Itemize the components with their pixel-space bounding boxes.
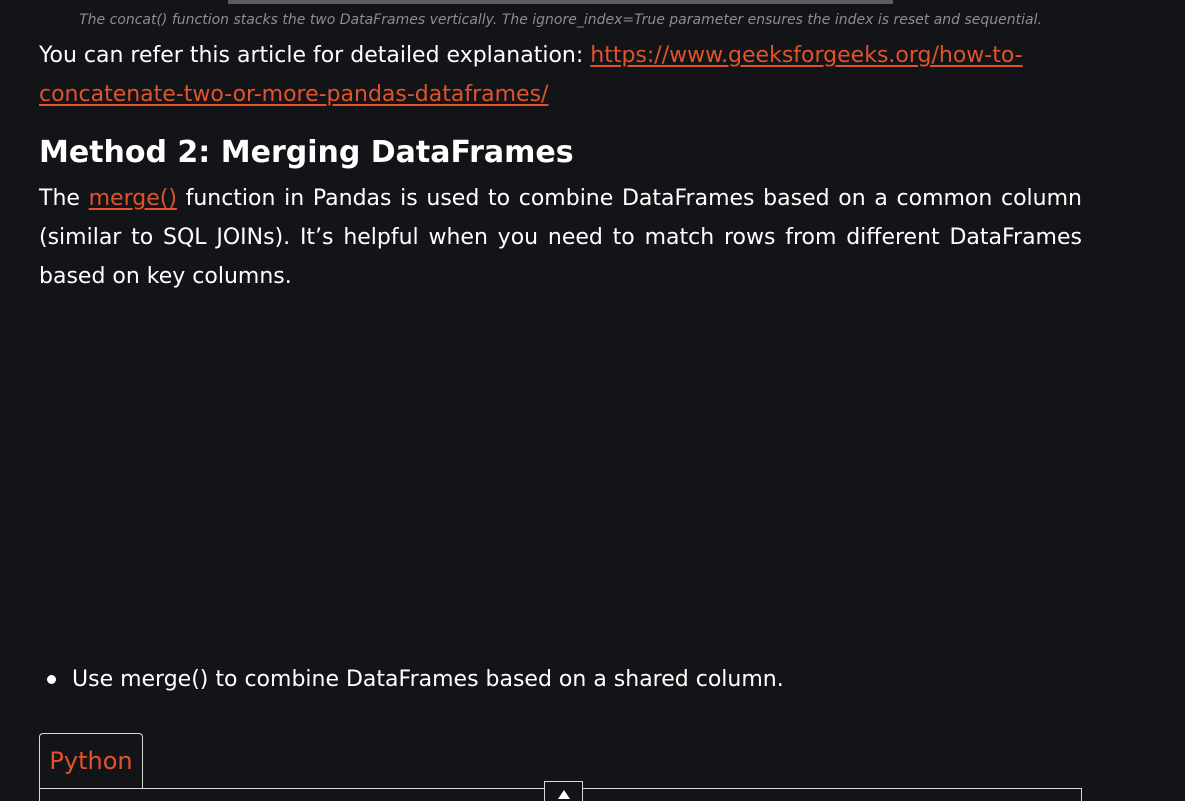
section-intro-paragraph: The merge() function in Pandas is used t… [39,179,1082,296]
tab-python[interactable]: Python [39,733,143,788]
scroll-to-top-button[interactable] [544,781,583,801]
list-item: Use merge() to combine DataFrames based … [39,660,784,699]
image-bottom-edge [228,0,893,4]
intro-text-before: The [39,186,89,211]
reference-paragraph: You can refer this article for detailed … [39,36,1082,114]
intro-text-after: function in Pandas is used to combine Da… [39,186,1082,289]
reference-text: You can refer this article for detailed … [39,43,591,68]
section-heading: Method 2: Merging DataFrames [39,135,574,170]
arrow-up-icon [557,790,570,799]
merge-function-link[interactable]: merge() [89,186,177,211]
bullet-list: Use merge() to combine DataFrames based … [39,660,784,699]
image-caption: The concat() function stacks the two Dat… [79,12,1042,28]
blank-ad-area [39,300,1082,640]
list-item-text: Use merge() to combine DataFrames based … [72,667,784,692]
bullet-dot-icon [47,675,56,684]
